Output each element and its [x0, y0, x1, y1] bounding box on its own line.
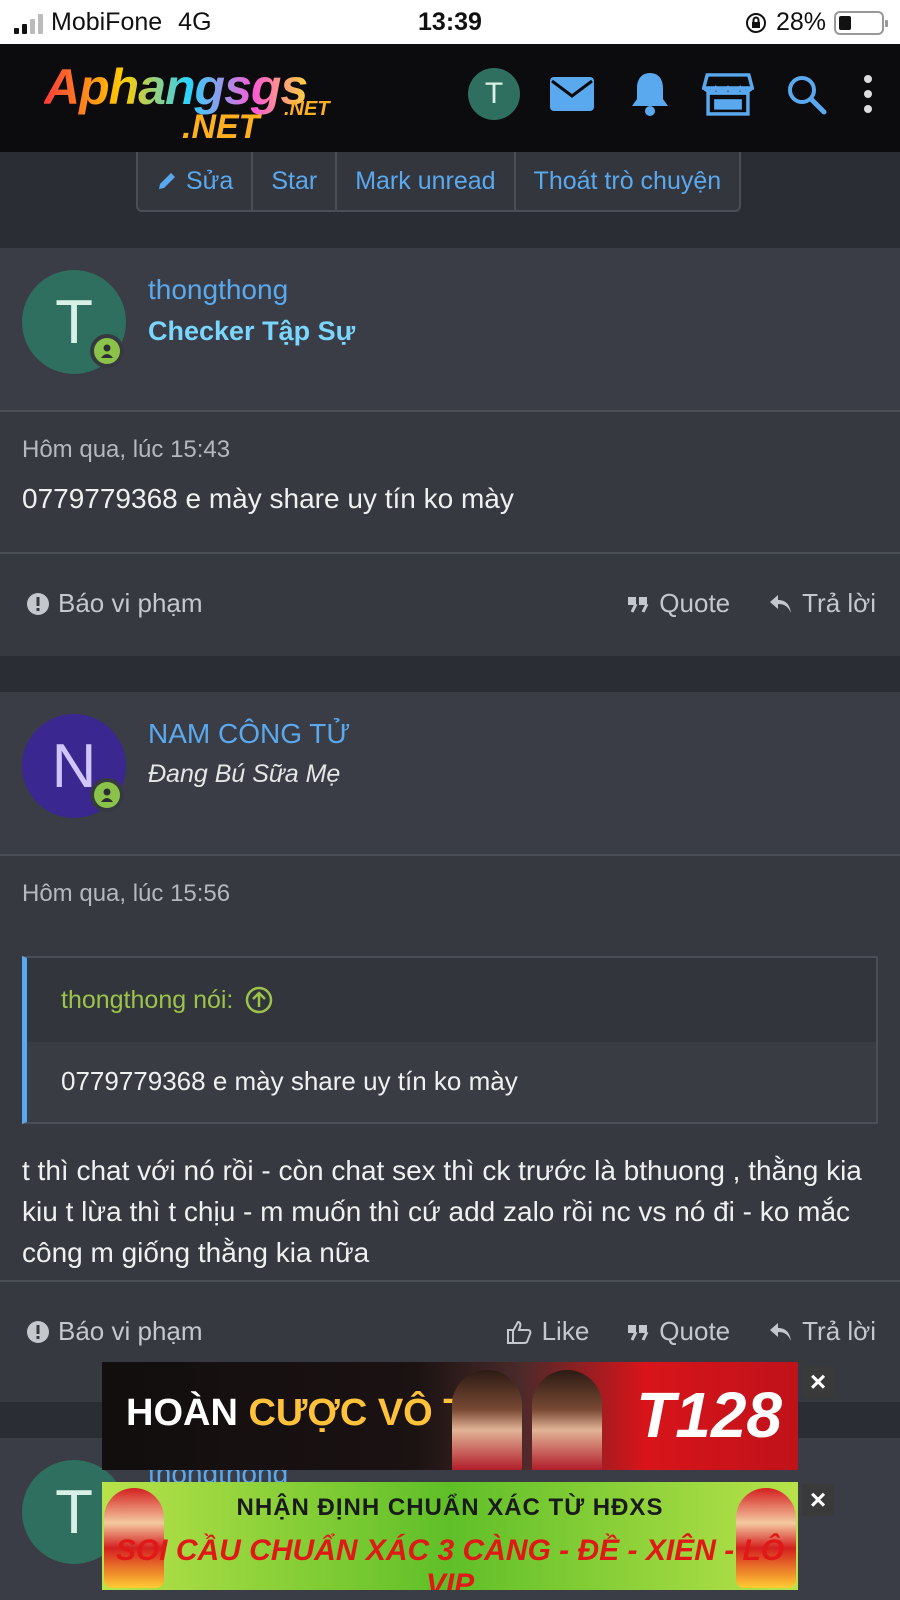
status-right: 28%	[744, 8, 888, 37]
edit-button[interactable]: Sửa	[138, 152, 254, 210]
status-bar: MobiFone 4G 13:39 28%	[0, 0, 900, 44]
logo-suffix: .NET	[182, 108, 260, 146]
message-post: T thongthong Checker Tập Sự Hôm qua, lúc…	[0, 248, 900, 656]
alert-icon	[27, 592, 49, 615]
close-ad-button[interactable]: ×	[802, 1366, 834, 1398]
quote-header[interactable]: thongthong nói:	[27, 958, 876, 1042]
quote-button[interactable]: Quote	[627, 1316, 730, 1347]
ad-brand-logo: T128	[636, 1379, 782, 1451]
user-title: Checker Tập Sự	[148, 316, 356, 346]
store-icon[interactable]	[702, 68, 754, 120]
ad-line-2: SOI CẦU CHUẨN XÁC 3 CÀNG - ĐỀ - XIÊN - L…	[115, 1534, 785, 1590]
reply-icon	[770, 594, 792, 613]
reply-button[interactable]: Trả lời	[768, 588, 876, 619]
logo-text: Aphangsgs	[44, 59, 308, 115]
post-actions: Báo vi phạm Quote Trả lời	[0, 554, 900, 652]
site-header: Aphangsgs .NET .NET T	[0, 44, 900, 152]
online-status-icon	[90, 778, 124, 812]
bell-icon[interactable]	[624, 68, 676, 120]
mark-unread-label: Mark unread	[355, 166, 496, 195]
quote-icon	[628, 1324, 649, 1341]
edit-label: Sửa	[186, 166, 234, 195]
leave-label: Thoát trò chuyện	[533, 166, 722, 195]
thumbs-up-icon	[506, 1320, 531, 1344]
username-link[interactable]: NAM CÔNG TỬ	[148, 718, 350, 750]
post-user-block: N NAM CÔNG TỬ Đang Bú Sữa Mẹ	[0, 692, 900, 856]
battery-percent: 28%	[775, 8, 826, 36]
username-link[interactable]: thongthong	[148, 274, 288, 306]
arrow-up-circle-icon	[246, 986, 273, 1014]
ad-line-1: NHẬN ĐỊNH CHUẨN XÁC TỪ HĐXS	[236, 1494, 664, 1521]
leave-conversation-button[interactable]: Thoát trò chuyện	[516, 152, 740, 210]
report-label: Báo vi phạm	[58, 1316, 203, 1346]
ad-banner-casino[interactable]: HOÀN CƯỢC VÔ TẬN T128	[102, 1362, 798, 1470]
post-actions-right: Quote Trả lời	[627, 588, 876, 619]
reply-button[interactable]: Trả lời	[768, 1316, 876, 1347]
message-post: N NAM CÔNG TỬ Đang Bú Sữa Mẹ Hôm qua, lú…	[0, 692, 900, 1402]
reply-label: Trả lời	[802, 588, 876, 618]
ad-headline-a: HOÀN	[126, 1392, 249, 1434]
account-avatar[interactable]: T	[468, 68, 520, 120]
post-body: t thì chat với nó rồi - còn chat sex thì…	[0, 1138, 900, 1282]
star-label: Star	[271, 166, 318, 195]
reply-label: Trả lời	[802, 1316, 876, 1346]
quote-body: 0779779368 e mày share uy tín ko mày	[27, 1042, 876, 1122]
conversation-toolbar: Sửa Star Mark unread Thoát trò chuyện	[136, 152, 742, 212]
post-timestamp[interactable]: Hôm qua, lúc 15:56	[0, 856, 900, 918]
report-label: Báo vi phạm	[58, 588, 203, 618]
logo-sub: .NET	[284, 98, 330, 120]
header-icons: T	[468, 68, 878, 120]
battery-icon	[834, 10, 888, 35]
more-vertical-icon[interactable]	[858, 68, 878, 120]
quote-icon	[628, 596, 649, 613]
quote-button[interactable]: Quote	[627, 588, 730, 619]
like-button[interactable]: Like	[506, 1316, 590, 1347]
reply-icon	[770, 1322, 792, 1341]
like-label: Like	[541, 1316, 590, 1346]
report-button[interactable]: Báo vi phạm	[26, 588, 203, 619]
post-body: 0779779368 e mày share uy tín ko mày	[0, 474, 900, 554]
post-timestamp[interactable]: Hôm qua, lúc 15:43	[0, 412, 900, 474]
rotation-lock-icon	[745, 12, 766, 33]
user-title: Đang Bú Sữa Mẹ	[148, 760, 341, 788]
post-user-block: T thongthong Checker Tập Sự	[0, 248, 900, 412]
ad-model-image	[452, 1370, 522, 1470]
alert-icon	[27, 1320, 49, 1343]
site-logo[interactable]: Aphangsgs .NET .NET	[44, 58, 374, 148]
star-button[interactable]: Star	[253, 152, 338, 210]
quote-author: thongthong nói:	[61, 986, 234, 1014]
ad-banner-lottery[interactable]: NHẬN ĐỊNH CHUẨN XÁC TỪ HĐXS SOI CẦU CHUẨ…	[102, 1482, 798, 1590]
post-actions-right: Like Quote Trả lời	[506, 1316, 876, 1347]
report-button[interactable]: Báo vi phạm	[26, 1316, 203, 1347]
ad-model-image	[532, 1370, 602, 1470]
search-icon[interactable]	[780, 68, 832, 120]
mark-unread-button[interactable]: Mark unread	[337, 152, 516, 210]
online-status-icon	[90, 334, 124, 368]
pencil-icon	[159, 173, 175, 189]
quote-label: Quote	[659, 1316, 731, 1346]
quote-block: thongthong nói: 0779779368 e mày share u…	[22, 956, 878, 1124]
quote-label: Quote	[659, 588, 731, 618]
mail-icon[interactable]	[546, 68, 598, 120]
close-ad-button[interactable]: ×	[802, 1484, 834, 1516]
